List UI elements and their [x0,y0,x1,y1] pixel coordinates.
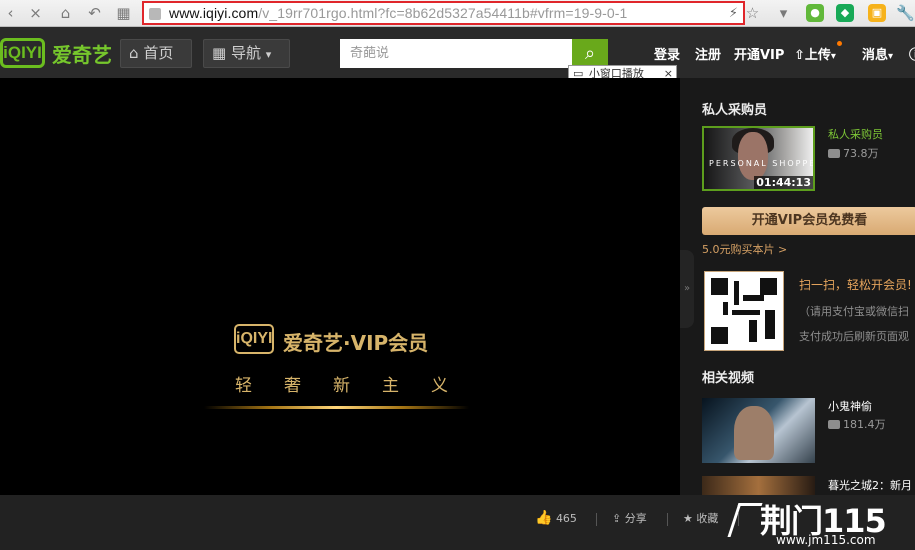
chevron-down-icon: ▾ [265,48,272,61]
package-extension-icon[interactable]: ▣ [868,4,886,22]
personal-shopper-video-title[interactable]: 私人采购员 [828,126,883,142]
buy-movie-link[interactable]: 5.0元购买本片 > [702,241,787,257]
site-watermark: 荆门115 www.jm115.com [727,497,915,547]
search-button[interactable]: ⌕ [572,39,608,68]
undo-icon[interactable]: ↶ [84,3,105,24]
favorite-button[interactable]: ★ 收藏 [683,510,718,526]
poster-face [738,132,768,180]
upload-icon: ⇧ [794,48,805,63]
more-link[interactable]: ⓘ [909,44,915,63]
house-icon: ⌂ [129,44,139,62]
video-player[interactable]: iQIYI 爱奇艺·VIP会员 轻奢新主义 [0,78,680,495]
divider [667,513,668,526]
lightning-icon[interactable]: ⚡ [729,6,738,21]
star-icon: ★ [683,512,693,525]
login-link[interactable]: 登录 [654,44,680,63]
navigation-button[interactable]: ▦ 导航 ▾ [203,39,290,68]
messages-menu[interactable]: 消息▾ [862,44,893,63]
home-button[interactable]: ⌂ 首页 [120,39,192,68]
star-icon[interactable]: ☆ [742,3,763,24]
navigation-label: 导航 [230,44,261,62]
vip-gold-logo: iQIYI [234,324,274,354]
share-button[interactable]: ⇪ 分享 [612,510,647,526]
register-link[interactable]: 注册 [695,44,721,63]
url-text[interactable]: www.iqiyi.com/v_19rr701rgo.html?fc=8b62d… [169,5,627,21]
related-video-title-1[interactable]: 小鬼神偷 [828,398,872,414]
grid-menu-icon: ▦ [212,44,227,62]
related-video-title-2[interactable]: 暮光之城2：新月 [828,477,912,493]
wrench-icon[interactable]: 🔧 [895,3,915,24]
watermark-logo-mark [727,503,763,537]
vip-qr-code [704,271,784,351]
open-vip-link[interactable]: 开通VIP [734,44,784,63]
shield-extension-icon[interactable]: ◆ [836,4,854,22]
collapse-sidebar-handle[interactable]: » [680,250,694,328]
search-icon: ⌕ [584,43,596,64]
video-duration: 01:44:13 [754,176,813,189]
iqiyi-logo-text[interactable]: 爱奇艺 [52,39,112,68]
personal-shopper-thumbnail[interactable]: PERSONAL SHOPPER 01:44:13 [702,126,815,191]
close-icon[interactable]: × [25,3,46,24]
related-videos-title: 相关视频 [702,371,755,386]
vip-brand-title: 爱奇艺·VIP会员 [283,331,429,355]
favorite-label: 收藏 [696,512,719,525]
related-video-views-1: 181.4万 [828,416,886,432]
messages-label: 消息 [862,48,889,63]
security-shield-icon [149,8,161,20]
like-button[interactable]: 👍 465 [535,510,577,526]
divider [596,513,597,526]
thumbs-up-icon: 👍 [535,510,553,526]
upload-notification-dot [837,41,842,46]
share-label: 分享 [624,512,647,525]
qr-refresh-note: 支付成功后刷新页面观 [799,330,909,343]
site-header: iQIYI 爱奇艺 ⌂ 首页 ▦ 导航 ▾ 奇葩说 ⌕ 登录 注册 开通VIP … [0,27,915,78]
qr-scan-title: 扫一扫，轻松开会员! [799,278,912,292]
address-bar[interactable]: www.iqiyi.com/v_19rr701rgo.html?fc=8b62d… [142,1,745,25]
upload-menu[interactable]: ⇧上传▾ [794,44,836,63]
browser-toolbar: ‹ × ⌂ ↶ ▦ www.iqiyi.com/v_19rr701rgo.htm… [0,0,915,27]
upload-label: 上传 [804,48,831,63]
search-input[interactable]: 奇葩说 [340,39,572,68]
related-poster-person [734,406,774,460]
home-label: 首页 [143,44,174,62]
watermark-url: www.jm115.com [776,533,876,547]
dropdown-arrow-icon[interactable]: ▾ [773,3,794,24]
personal-shopper-view-count: 73.8万 [828,145,879,161]
play-count-icon [828,420,840,429]
leaf-extension-icon[interactable]: ● [806,4,824,22]
vip-slogan: 轻奢新主义 [235,376,480,396]
gold-light-line [204,406,469,409]
grid-icon[interactable]: ▦ [113,3,134,24]
iqiyi-logo-mark[interactable]: iQIYI [0,38,45,68]
qr-payment-note: （请用支付宝或微信扫 [799,305,909,318]
right-sidebar: 私人采购员 PERSONAL SHOPPER 01:44:13 私人采购员 73… [694,78,915,495]
personal-shopper-title: 私人采购员 [702,103,768,118]
like-count: 465 [555,512,577,525]
related-video-thumbnail-1[interactable] [702,398,815,463]
chevron-down-icon: ▾ [830,51,836,62]
open-vip-free-watch-button[interactable]: 开通VIP会员免费看 [702,207,915,235]
home-icon[interactable]: ⌂ [55,3,76,24]
related-video-thumbnail-2[interactable] [702,476,815,495]
play-count-icon [828,149,840,158]
chevron-down-icon: ▾ [888,51,894,62]
back-icon[interactable]: ‹ [0,3,21,24]
poster-title: PERSONAL SHOPPER [709,159,815,168]
share-icon: ⇪ [612,512,622,525]
